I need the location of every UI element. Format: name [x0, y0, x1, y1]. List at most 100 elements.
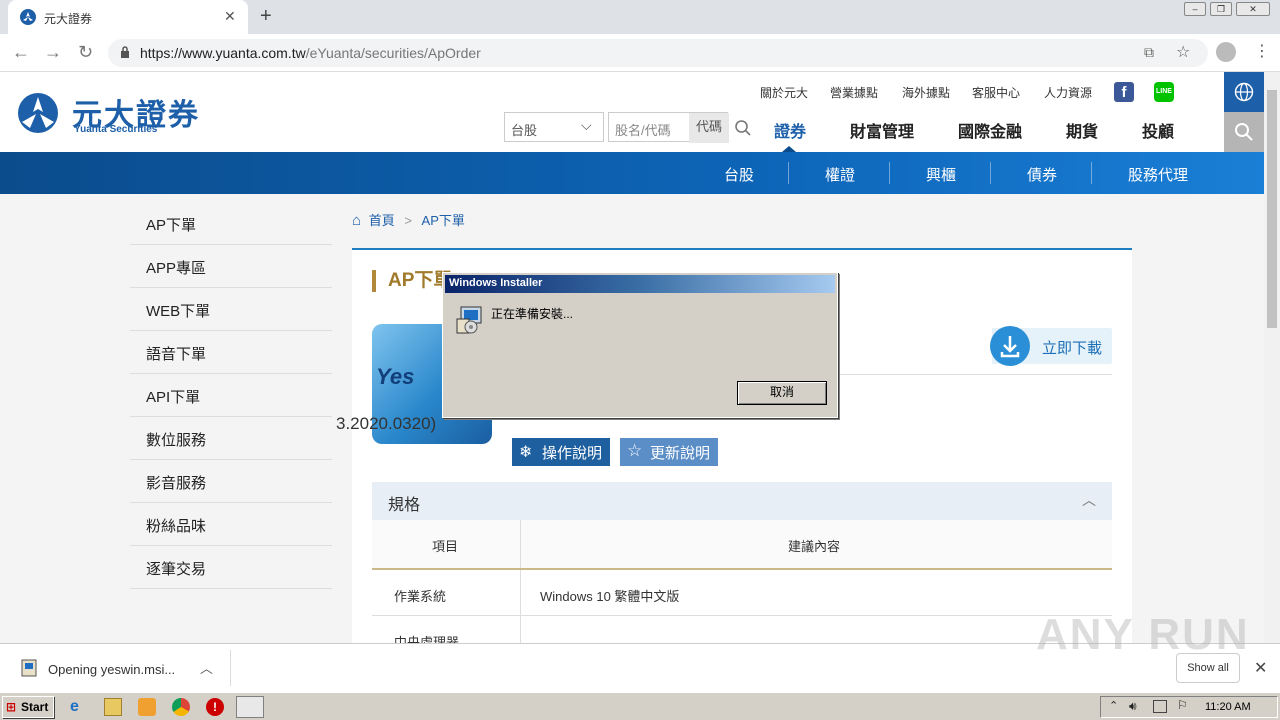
clock[interactable]: 11:20 AM: [1205, 701, 1251, 713]
toplink-branches[interactable]: 營業據點: [830, 84, 878, 101]
facebook-icon[interactable]: f: [1114, 82, 1134, 102]
spec-title: 規格: [388, 497, 421, 514]
stock-search-input[interactable]: 股名/代碼 代碼: [608, 112, 729, 143]
table-cell: 中央處理器: [394, 635, 460, 643]
subnav-warrant[interactable]: 權證: [825, 164, 855, 185]
table-header-content: 建議內容: [788, 539, 841, 554]
installer-dialog: Windows Installer 正在準備安裝... 取消: [442, 272, 838, 418]
sidebar-item-tick-trade[interactable]: 逐筆交易: [130, 546, 332, 589]
sidebar-item-digital[interactable]: 數位服務: [130, 417, 332, 460]
subnav-bond[interactable]: 債券: [1027, 164, 1057, 185]
menu-kebab-icon[interactable]: ⋮: [1254, 41, 1270, 61]
stock-search-placeholder: 股名/代碼: [615, 123, 671, 138]
update-notes-button[interactable]: ☆ 更新說明: [620, 438, 719, 466]
toplink-service[interactable]: 客服中心: [972, 84, 1020, 101]
search-icon[interactable]: [734, 119, 752, 137]
network-icon[interactable]: [1153, 700, 1167, 713]
url-host: https://www.yuanta.com.tw: [140, 45, 306, 61]
language-button[interactable]: [1224, 72, 1264, 112]
ie-icon[interactable]: e: [70, 698, 88, 716]
sidebar-item-api-order[interactable]: API下單: [130, 374, 332, 417]
volume-icon[interactable]: 🔊︎: [1129, 699, 1137, 714]
back-icon[interactable]: ←: [12, 42, 30, 63]
tray-expand-icon[interactable]: ⌃: [1109, 699, 1118, 712]
flag-icon[interactable]: ⚐: [1177, 698, 1188, 712]
app-icon-letters: Yes: [376, 364, 415, 389]
nav-wealth[interactable]: 財富管理: [850, 118, 914, 142]
chrome-icon[interactable]: [172, 698, 190, 716]
sidebar-item-video[interactable]: 影音服務: [130, 460, 332, 503]
restore-icon[interactable]: ❐: [1210, 2, 1232, 16]
subnav-divider: [1091, 162, 1092, 184]
nav-advisory[interactable]: 投顧: [1142, 118, 1174, 142]
subnav-emerging[interactable]: 興櫃: [926, 164, 956, 185]
address-bar[interactable]: https://www.yuanta.com.tw/eYuanta/securi…: [108, 39, 1208, 67]
page-scrollbar[interactable]: [1264, 72, 1280, 643]
installer-task-button[interactable]: [236, 696, 264, 718]
site-search-button[interactable]: [1224, 112, 1264, 152]
dialog-message: 正在準備安裝...: [491, 307, 574, 321]
scrollbar-thumb[interactable]: [1267, 90, 1277, 328]
tab-close-icon[interactable]: ✕: [224, 8, 236, 25]
toplink-overseas[interactable]: 海外據點: [902, 84, 950, 101]
media-player-icon[interactable]: [138, 698, 156, 716]
sidebar-item-ap-order[interactable]: AP下單: [130, 202, 332, 245]
sidebar-item-voice-order[interactable]: 語音下單: [130, 331, 332, 374]
toplink-hr[interactable]: 人力資源: [1044, 84, 1092, 101]
bookmark-star-icon[interactable]: ☆: [1176, 42, 1190, 62]
breadcrumb-home[interactable]: 首頁: [369, 213, 395, 228]
update-label: 更新說明: [650, 445, 711, 462]
subnav-divider: [889, 162, 890, 184]
close-download-bar-icon[interactable]: ✕: [1254, 658, 1267, 678]
yuanta-logo-icon: [18, 93, 58, 133]
cancel-button[interactable]: 取消: [737, 381, 827, 405]
manual-button[interactable]: ❄ 操作說明: [512, 438, 611, 466]
market-select[interactable]: 台股 ⌵: [504, 112, 604, 142]
start-button[interactable]: ⊞ Start: [2, 696, 54, 718]
browser-toolbar: ← → ↻ https://www.yuanta.com.tw/eYuanta/…: [0, 34, 1280, 72]
spec-header[interactable]: 規格 ︿: [372, 482, 1112, 520]
dialog-title: Windows Installer: [445, 275, 835, 293]
anyrun-watermark: ANY RUN: [1036, 610, 1250, 659]
subnav-stock-affairs[interactable]: 股務代理: [1128, 164, 1188, 185]
download-file-name[interactable]: Opening yeswin.msi...: [48, 662, 175, 677]
line-icon[interactable]: LINE: [1154, 82, 1174, 102]
star-icon: ☆: [627, 441, 643, 460]
home-icon[interactable]: ⌂: [352, 212, 361, 229]
profile-avatar-icon[interactable]: [1216, 42, 1236, 62]
table-cell: Windows 10 繁體中文版: [540, 589, 680, 604]
explorer-folder-icon[interactable]: [104, 698, 122, 716]
new-tab-icon[interactable]: +: [260, 5, 272, 28]
nav-securities[interactable]: 證券: [774, 118, 806, 142]
chevron-up-icon[interactable]: ︿: [200, 658, 213, 677]
chevron-up-icon[interactable]: ︿: [1082, 490, 1096, 510]
download-button[interactable]: 立即下載: [990, 326, 1112, 366]
breadcrumb-current: AP下單: [421, 213, 465, 228]
translate-icon[interactable]: ⧉: [1144, 44, 1154, 61]
installer-icon: [456, 306, 482, 334]
reload-icon[interactable]: ↻: [78, 42, 93, 63]
forward-icon[interactable]: →: [44, 42, 62, 63]
sidebar-item-fans[interactable]: 粉絲品味: [130, 503, 332, 546]
snowflake-icon: ❄: [519, 444, 533, 461]
nav-futures[interactable]: 期貨: [1066, 118, 1098, 142]
window-close-icon[interactable]: ✕: [1236, 2, 1270, 16]
minimize-icon[interactable]: –: [1184, 2, 1206, 16]
subnav-divider: [788, 162, 789, 184]
system-tray: ⌃ 🔊︎ ⚐ 11:20 AM: [1100, 696, 1278, 718]
browser-tab-bar: 元大證券 ✕ + – ❐ ✕: [0, 0, 1280, 34]
lock-icon: [121, 46, 129, 58]
divider: [230, 650, 231, 686]
tab-title: 元大證券: [44, 12, 93, 26]
yuanta-favicon-icon: [20, 9, 36, 25]
subnav-tw-stock[interactable]: 台股: [724, 164, 754, 185]
start-label: Start: [21, 700, 49, 714]
download-label: 立即下載: [1042, 340, 1103, 357]
toplink-about[interactable]: 關於元大: [760, 84, 808, 101]
sidebar-item-app[interactable]: APP專區: [130, 245, 332, 288]
sidebar-item-web-order[interactable]: WEB下單: [130, 288, 332, 331]
nav-international[interactable]: 國際金融: [958, 118, 1022, 142]
browser-tab[interactable]: 元大證券 ✕: [8, 0, 248, 34]
breadcrumb: ⌂ 首頁 > AP下單: [352, 210, 465, 229]
antivirus-icon[interactable]: !: [206, 698, 224, 716]
